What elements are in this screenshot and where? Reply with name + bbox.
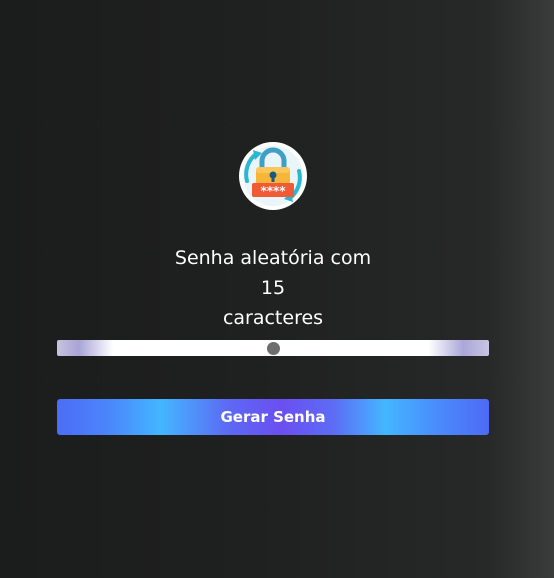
title-prefix: Senha aleatória com <box>174 247 372 269</box>
padlock-logo-icon: **** <box>238 141 308 211</box>
generate-password-button[interactable]: Gerar Senha <box>57 399 489 435</box>
password-length-slider[interactable] <box>57 340 489 356</box>
title-suffix: caracteres <box>222 307 324 329</box>
password-length-value: 15 <box>260 277 286 299</box>
slider-thumb[interactable] <box>266 341 280 355</box>
password-mask-text: **** <box>260 184 286 198</box>
